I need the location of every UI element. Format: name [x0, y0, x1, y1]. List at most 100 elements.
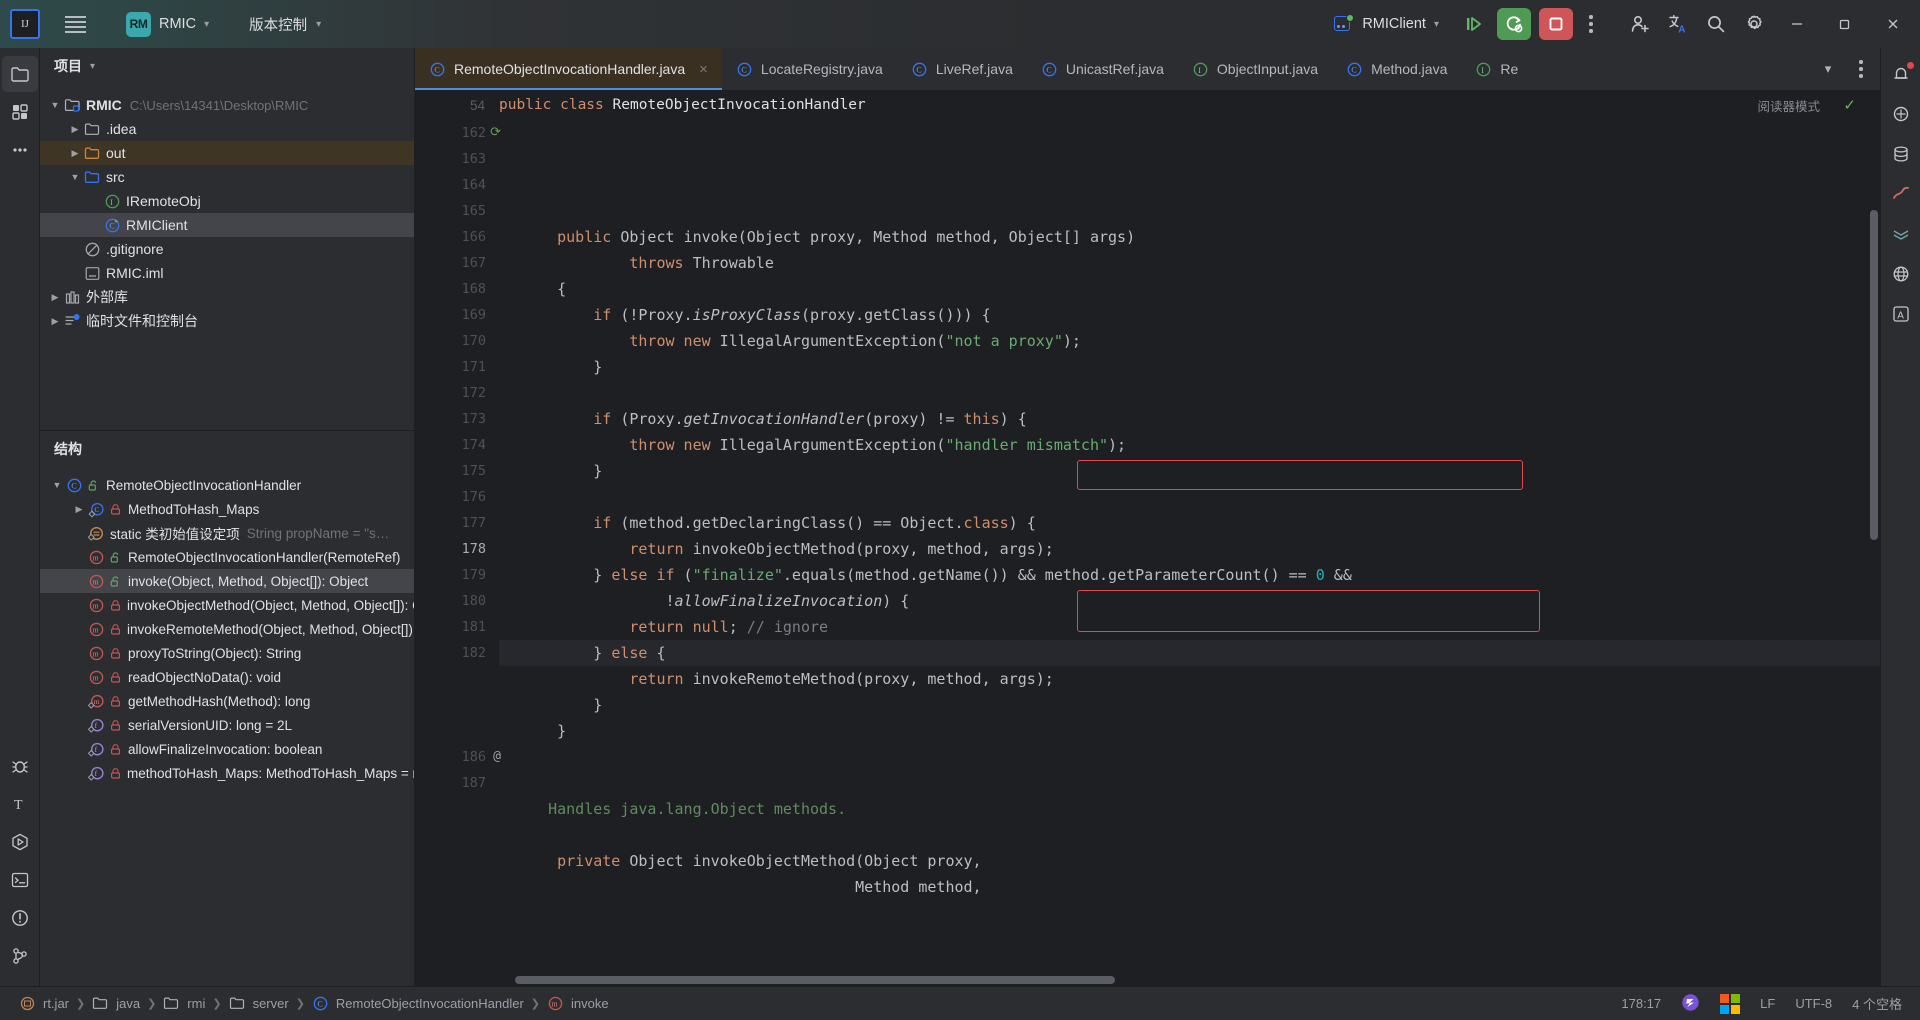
- project-node-iremoteobj[interactable]: ▶IIRemoteObj: [40, 189, 414, 213]
- structure-node[interactable]: ▶mproxyToString(Object): String: [40, 641, 414, 665]
- editor-tab-liveref-java[interactable]: C LiveRef.java: [897, 48, 1027, 90]
- caret-position[interactable]: 178:17: [1621, 996, 1661, 1011]
- project-node-rmiclient[interactable]: ▶CRMIClient: [40, 213, 414, 237]
- structure-node[interactable]: ▶minvoke(Object, Method, Object[]): Obje…: [40, 569, 414, 593]
- editor-tab-locateregistry-java[interactable]: C LocateRegistry.java: [722, 48, 897, 90]
- line-separator[interactable]: LF: [1760, 996, 1775, 1011]
- code-line[interactable]: }: [499, 718, 1880, 744]
- gutter-line-number[interactable]: 187: [415, 770, 499, 796]
- status-breadcrumb-java[interactable]: java: [85, 995, 147, 1012]
- code-line[interactable]: Handles java.lang.Object methods.: [499, 796, 1880, 822]
- code-line[interactable]: if (method.getDeclaringClass() == Object…: [499, 510, 1880, 536]
- gutter-line-number[interactable]: 170: [415, 328, 499, 354]
- editor-tab-unicastref-java[interactable]: C UnicastRef.java: [1027, 48, 1178, 90]
- gutter-line-number[interactable]: 179: [415, 562, 499, 588]
- structure-node[interactable]: ▼ C RemoteObjectInvocationHandler: [40, 473, 414, 497]
- problems-tool-icon[interactable]: [2, 900, 38, 936]
- gutter-line-number[interactable]: 173: [415, 406, 499, 432]
- project-node-out[interactable]: ▶ out: [40, 141, 414, 165]
- code-text[interactable]: public Object invoke(Object proxy, Metho…: [499, 120, 1880, 986]
- code-line[interactable]: } else if ("finalize".equals(method.getN…: [499, 562, 1880, 588]
- structure-node[interactable]: ▶static 类初始值设定项String propName = "s…: [40, 521, 414, 545]
- gutter-line-number[interactable]: 165: [415, 198, 499, 224]
- chevron-right-icon[interactable]: ▶: [46, 316, 64, 327]
- code-line[interactable]: return null; // ignore: [499, 614, 1880, 640]
- minimize-icon[interactable]: [1774, 2, 1820, 46]
- more-actions-icon[interactable]: [1578, 6, 1604, 42]
- code-line[interactable]: [499, 380, 1880, 406]
- gradle-icon[interactable]: [1883, 216, 1919, 252]
- status-breadcrumb-rmi[interactable]: rmi: [156, 995, 212, 1012]
- project-tool-icon[interactable]: [1, 56, 38, 92]
- gutter-line-number[interactable]: 178: [415, 536, 499, 562]
- structure-node[interactable]: ▶minvokeObjectMethod(Object, Method, Obj…: [40, 593, 414, 617]
- gutter-line-number[interactable]: 177: [415, 510, 499, 536]
- code-line[interactable]: [499, 822, 1880, 848]
- gutter-line-number[interactable]: 174: [415, 432, 499, 458]
- code-line[interactable]: Method method,: [499, 874, 1880, 900]
- code-line[interactable]: }: [499, 354, 1880, 380]
- code-line[interactable]: public Object invoke(Object proxy, Metho…: [499, 224, 1880, 250]
- translation-icon[interactable]: A: [1883, 296, 1919, 332]
- editor-tab-remoteobjectinvocationhandler-java[interactable]: C RemoteObjectInvocationHandler.java ×: [415, 48, 722, 90]
- indent-setting[interactable]: 4 个空格: [1852, 994, 1902, 1013]
- gutter-line-number[interactable]: 166: [415, 224, 499, 250]
- git-tool-icon[interactable]: [2, 938, 38, 974]
- chevron-right-icon[interactable]: ▶: [66, 148, 84, 159]
- gutter-line-number[interactable]: 176: [415, 484, 499, 510]
- structure-tool-icon[interactable]: T: [2, 786, 38, 822]
- gutter-line-number[interactable]: [415, 666, 499, 692]
- chevron-right-icon[interactable]: ▶: [70, 504, 88, 515]
- ai-assistant-icon[interactable]: [1883, 96, 1919, 132]
- notifications-icon[interactable]: [1883, 56, 1919, 92]
- project-node-rmic[interactable]: ▼ RMIC C:\Users\14341\Desktop\RMIC: [40, 93, 414, 117]
- structure-tree[interactable]: ▼ C RemoteObjectInvocationHandler ▶ C MethodT…: [40, 467, 414, 986]
- rerun-with-settings-icon[interactable]: [1497, 8, 1531, 40]
- structure-node[interactable]: ▶mgetMethodHash(Method): long: [40, 689, 414, 713]
- database-icon[interactable]: [1883, 136, 1919, 172]
- project-node--gitignore[interactable]: ▶.gitignore: [40, 237, 414, 261]
- chevron-down-icon[interactable]: ▾: [90, 61, 95, 72]
- settings-gear-icon[interactable]: [1736, 6, 1772, 42]
- status-breadcrumb-rt-jar[interactable]: rt.jar: [12, 995, 76, 1012]
- gutter-line-number[interactable]: 175: [415, 458, 499, 484]
- project-widget[interactable]: RM RMIC ▾: [118, 8, 217, 41]
- status-breadcrumb-server[interactable]: server: [222, 995, 296, 1012]
- code-line[interactable]: return invokeObjectMethod(proxy, method,…: [499, 536, 1880, 562]
- code-line[interactable]: return invokeRemoteMethod(proxy, method,…: [499, 666, 1880, 692]
- run-step-icon[interactable]: [1456, 6, 1492, 42]
- code-line[interactable]: [499, 770, 1880, 796]
- gutter-line-number[interactable]: 186 @: [415, 744, 501, 770]
- code-line[interactable]: !allowFinalizeInvocation) {: [499, 588, 1880, 614]
- chevron-right-icon[interactable]: ▶: [66, 124, 84, 135]
- inspection-status-icon[interactable]: ✓: [1843, 96, 1856, 114]
- editor-gutter[interactable]: 162 ⟳ 163 164 165 166 167 168 169 170 171 172 173 174…: [415, 120, 501, 986]
- reader-mode-badge[interactable]: 阅读器模式: [1757, 96, 1820, 115]
- chevron-down-icon[interactable]: ▼: [48, 480, 66, 490]
- search-icon[interactable]: [1698, 6, 1734, 42]
- code-line[interactable]: throw new IllegalArgumentException("hand…: [499, 432, 1880, 458]
- terminal-tool-icon[interactable]: [2, 862, 38, 898]
- gutter-line-number[interactable]: [415, 718, 499, 744]
- run-configuration-selector[interactable]: RMIClient ▾: [1325, 10, 1448, 38]
- project-node---------[interactable]: ▶ 临时文件和控制台: [40, 309, 414, 333]
- add-user-icon[interactable]: [1622, 6, 1658, 42]
- structure-node[interactable]: ▶fallowFinalizeInvocation: boolean: [40, 737, 414, 761]
- gutter-line-number[interactable]: 168: [415, 276, 499, 302]
- editor-tab-method-java[interactable]: C Method.java: [1332, 48, 1461, 90]
- code-line[interactable]: [499, 484, 1880, 510]
- code-view[interactable]: 162 ⟳ 163 164 165 166 167 168 169 170 171 172 173 174…: [415, 120, 1880, 986]
- chevron-right-icon[interactable]: ▶: [46, 292, 64, 303]
- horizontal-scrollbar[interactable]: [515, 976, 1115, 984]
- structure-node[interactable]: ▶fserialVersionUID: long = 2L: [40, 713, 414, 737]
- file-encoding[interactable]: UTF-8: [1795, 996, 1832, 1011]
- structure-node[interactable]: ▶ C MethodToHash_Maps: [40, 497, 414, 521]
- vcs-widget[interactable]: 版本控制 ▾: [241, 10, 329, 39]
- more-tool-icon[interactable]: [2, 132, 38, 168]
- editor-tab-re[interactable]: I Re: [1461, 48, 1532, 90]
- editor-tab-objectinput-java[interactable]: I ObjectInput.java: [1178, 48, 1332, 90]
- status-breadcrumb-invoke[interactable]: m invoke: [540, 995, 616, 1012]
- vertical-scrollbar[interactable]: [1870, 210, 1878, 540]
- chevron-down-icon[interactable]: ▼: [46, 100, 64, 110]
- close-icon[interactable]: [1870, 2, 1916, 46]
